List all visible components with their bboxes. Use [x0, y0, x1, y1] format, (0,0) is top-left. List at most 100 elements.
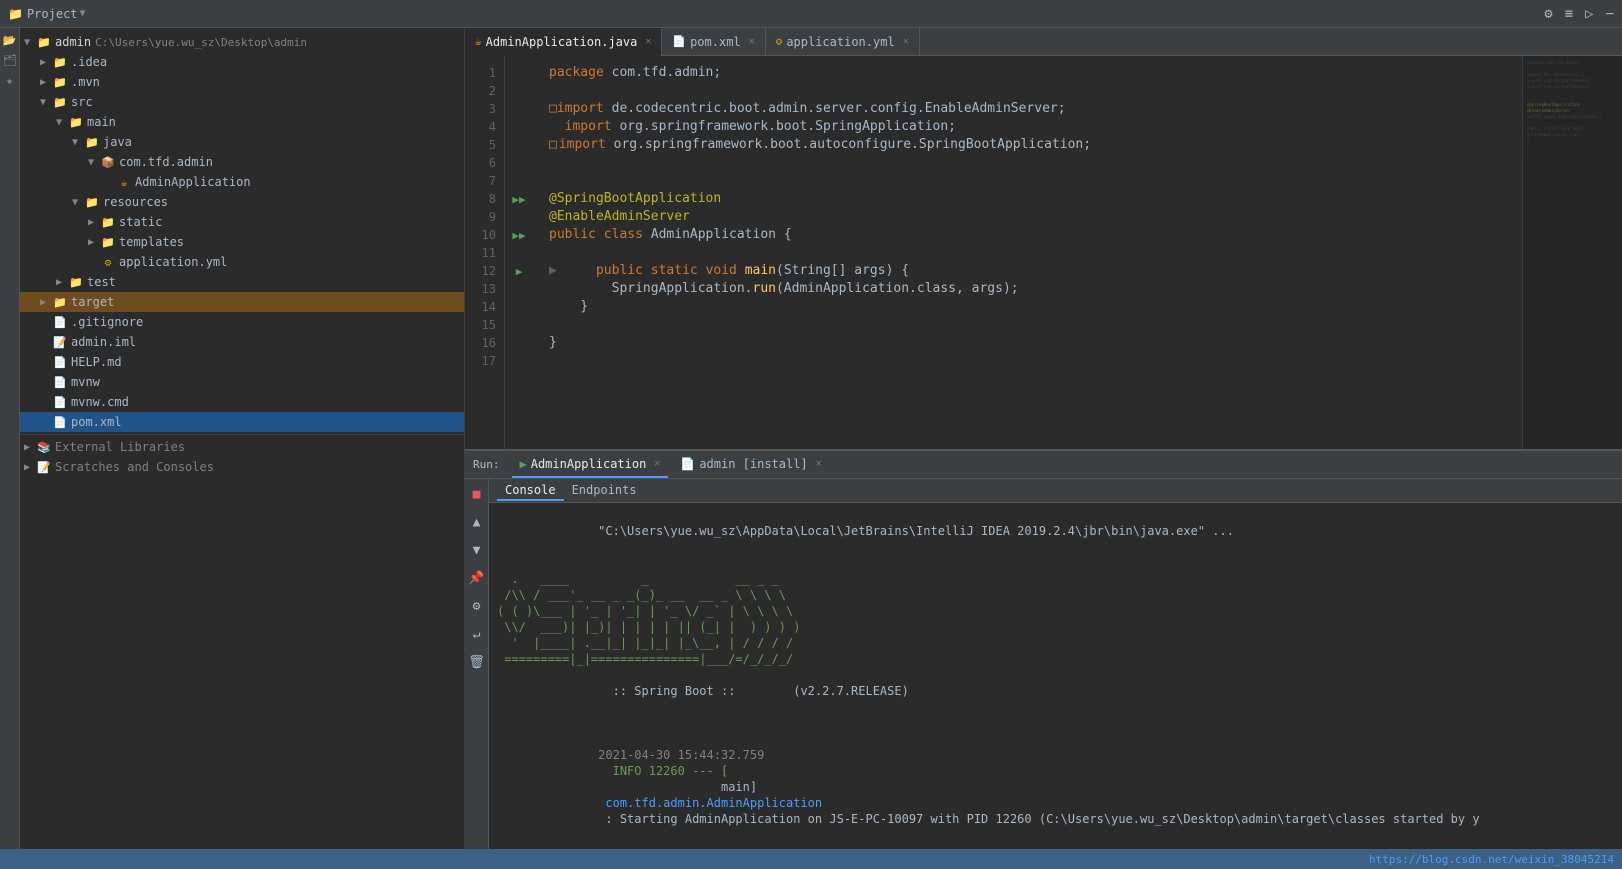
- far-left-icon-bar: 📂 🗂 ★: [0, 28, 20, 849]
- cmd-text: "C:\Users\yue.wu_sz\AppData\Local\JetBra…: [598, 524, 1234, 538]
- tree-item-helpmd[interactable]: ▶ 📄 HELP.md: [20, 352, 464, 372]
- tree-label-static: static: [119, 215, 162, 229]
- status-url[interactable]: https://blog.csdn.net/weixin_38045214: [1369, 853, 1614, 866]
- tree-arrow-test[interactable]: ▶: [56, 277, 68, 288]
- tree-item-resources[interactable]: ▼ 📁 resources: [20, 192, 464, 212]
- structure-icon[interactable]: 🗂: [2, 52, 18, 68]
- tree-arrow-idea[interactable]: ▶: [40, 57, 52, 68]
- run-gutter-icon-line10[interactable]: ▶▶: [512, 229, 525, 242]
- tree-arrow-external-libs[interactable]: ▶: [24, 442, 36, 453]
- tree-item-package[interactable]: ▼ 📦 com.tfd.admin: [20, 152, 464, 172]
- tree-item-idea[interactable]: ▶ 📁 .idea: [20, 52, 464, 72]
- console-output[interactable]: "C:\Users\yue.wu_sz\AppData\Local\JetBra…: [489, 503, 1622, 849]
- tree-item-static[interactable]: ▶ 📁 static: [20, 212, 464, 232]
- run-gutter-icon-line12[interactable]: ▶: [516, 265, 523, 278]
- console-sub-tabs: Console Endpoints: [489, 479, 1622, 503]
- project-dropdown-arrow[interactable]: ▼: [80, 8, 86, 19]
- code-editor-content[interactable]: 1 2 3 4 5 6 7 8 9 10 11 12 13 14 15 16 1: [465, 56, 1622, 449]
- tree-label-app-yml: application.yml: [119, 255, 227, 269]
- minimize-icon[interactable]: −: [1606, 6, 1614, 22]
- tree-item-gitignore[interactable]: ▶ 📄 .gitignore: [20, 312, 464, 332]
- tree-item-mvnw[interactable]: ▶ 📄 mvnw: [20, 372, 464, 392]
- run-gutter-icon-line8[interactable]: ▶▶: [512, 193, 525, 206]
- close-run-tab-install[interactable]: ✕: [816, 458, 822, 469]
- tree-item-java-dir[interactable]: ▼ 📁 java: [20, 132, 464, 152]
- pin-button[interactable]: 📌: [466, 567, 488, 589]
- console-tab-console[interactable]: Console: [497, 481, 564, 501]
- tree-item-main[interactable]: ▼ 📁 main: [20, 112, 464, 132]
- tree-item-templates[interactable]: ▶ 📁 templates: [20, 232, 464, 252]
- tree-arrow-package[interactable]: ▼: [88, 157, 100, 168]
- tree-arrow-scratches[interactable]: ▶: [24, 462, 36, 473]
- build-icon[interactable]: ≡: [1565, 6, 1573, 22]
- settings-icon[interactable]: ⚙: [1544, 6, 1552, 22]
- close-tab-pom-xml[interactable]: ✕: [749, 36, 755, 47]
- run-icon[interactable]: ▷: [1585, 6, 1593, 22]
- clear-button[interactable]: 🗑: [466, 651, 488, 673]
- tree-label-gitignore: .gitignore: [71, 315, 143, 329]
- console-tab-endpoints[interactable]: Endpoints: [564, 481, 645, 501]
- run-tab-icon-install: 📄: [680, 457, 695, 471]
- tree-label-java-dir: java: [103, 135, 132, 149]
- tree-arrow-main[interactable]: ▼: [56, 117, 68, 128]
- tree-item-iml[interactable]: ▶ 📝 admin.iml: [20, 332, 464, 352]
- tree-label-iml: admin.iml: [71, 335, 136, 349]
- tree-label-package: com.tfd.admin: [119, 155, 213, 169]
- spring-banner-line-4: \\/ ___)| |_)| | | | | || (_| | ) ) ) ): [497, 619, 1614, 635]
- tree-item-app-yml[interactable]: ▶ ⚙ application.yml: [20, 252, 464, 272]
- project-view-icon[interactable]: 📂: [2, 32, 18, 48]
- scroll-up-button[interactable]: ▲: [466, 511, 488, 533]
- editor-tabs: ☕ AdminApplication.java ✕ 📄 pom.xml ✕ ⚙ …: [465, 28, 1622, 56]
- project-title: Project: [27, 7, 78, 21]
- tree-item-mvn[interactable]: ▶ 📁 .mvn: [20, 72, 464, 92]
- favorites-icon[interactable]: ★: [2, 72, 18, 88]
- tree-arrow-admin[interactable]: ▼: [24, 37, 36, 48]
- tree-label-external-libs: External Libraries: [55, 440, 185, 454]
- tree-item-target[interactable]: ▶ 📁 target: [20, 292, 464, 312]
- close-tab-application-yml[interactable]: ✕: [903, 36, 909, 47]
- folder-icon-java: 📁: [84, 136, 100, 149]
- tree-item-scratches[interactable]: ▶ 📝 Scratches and Consoles: [20, 457, 464, 477]
- editor-tab-admin-application[interactable]: ☕ AdminApplication.java ✕: [465, 28, 662, 56]
- code-line-1: package com.tfd.admin;: [549, 64, 1506, 82]
- xml-tab-icon: 📄: [672, 35, 686, 48]
- stop-button[interactable]: ■: [466, 483, 488, 505]
- editor-tab-application-yml[interactable]: ⚙ application.yml ✕: [766, 28, 920, 56]
- tree-arrow-static[interactable]: ▶: [88, 217, 100, 228]
- tree-item-admin-app[interactable]: ▶ ☕ AdminApplication: [20, 172, 464, 192]
- code-line-15: [549, 316, 1506, 334]
- run-tab-admin-install[interactable]: 📄 admin [install] ✕: [672, 452, 829, 478]
- tree-item-src[interactable]: ▼ 📁 src: [20, 92, 464, 112]
- tree-item-mvnwcmd[interactable]: ▶ 📄 mvnw.cmd: [20, 392, 464, 412]
- wrap-button[interactable]: ↵: [466, 623, 488, 645]
- tree-item-admin[interactable]: ▼ 📁 admin C:\Users\yue.wu_sz\Desktop\adm…: [20, 32, 464, 52]
- run-tab-admin-application[interactable]: ▶ AdminApplication ✕: [512, 452, 669, 478]
- close-run-tab-admin[interactable]: ✕: [654, 458, 660, 469]
- tree-arrow-src[interactable]: ▼: [40, 97, 52, 108]
- tree-item-test[interactable]: ▶ 📁 test: [20, 272, 464, 292]
- settings-run-button[interactable]: ⚙: [466, 595, 488, 617]
- tree-label-pomxml: pom.xml: [71, 415, 122, 429]
- top-bar-actions: ⚙ ≡ ▷ −: [1544, 6, 1614, 22]
- run-tab-label-install: admin [install]: [699, 457, 807, 471]
- console-panel: Console Endpoints "C:\Users\yue.wu_sz\Ap…: [489, 479, 1622, 849]
- tree-arrow-mvn[interactable]: ▶: [40, 77, 52, 88]
- run-label: Run:: [473, 458, 500, 471]
- tree-arrow-resources[interactable]: ▼: [72, 197, 84, 208]
- tree-arrow-java-dir[interactable]: ▼: [72, 137, 84, 148]
- tree-item-pomxml[interactable]: ▶ 📄 pom.xml: [20, 412, 464, 432]
- main-layout: 📂 🗂 ★ ▼ 📁 admin C:\Users\yue.wu_sz\Deskt…: [0, 28, 1622, 849]
- tree-arrow-templates[interactable]: ▶: [88, 237, 100, 248]
- tree-item-external-libs[interactable]: ▶ 📚 External Libraries: [20, 437, 464, 457]
- tree-arrow-target[interactable]: ▶: [40, 297, 52, 308]
- scroll-down-button[interactable]: ▼: [466, 539, 488, 561]
- gutter-icons: ▶▶ ▶▶ ▶: [505, 56, 533, 449]
- close-tab-admin-application[interactable]: ✕: [645, 36, 651, 47]
- folder-icon-idea: 📁: [52, 56, 68, 69]
- code-area[interactable]: package com.tfd.admin; □ import de.codec…: [533, 56, 1522, 449]
- editor-tab-pom-xml[interactable]: 📄 pom.xml ✕: [662, 28, 765, 56]
- code-line-7: [549, 172, 1506, 190]
- tree-path-admin: C:\Users\yue.wu_sz\Desktop\admin: [95, 36, 307, 49]
- tree-label-mvnw: mvnw: [71, 375, 100, 389]
- code-line-13: SpringApplication.run(AdminApplication.c…: [549, 280, 1506, 298]
